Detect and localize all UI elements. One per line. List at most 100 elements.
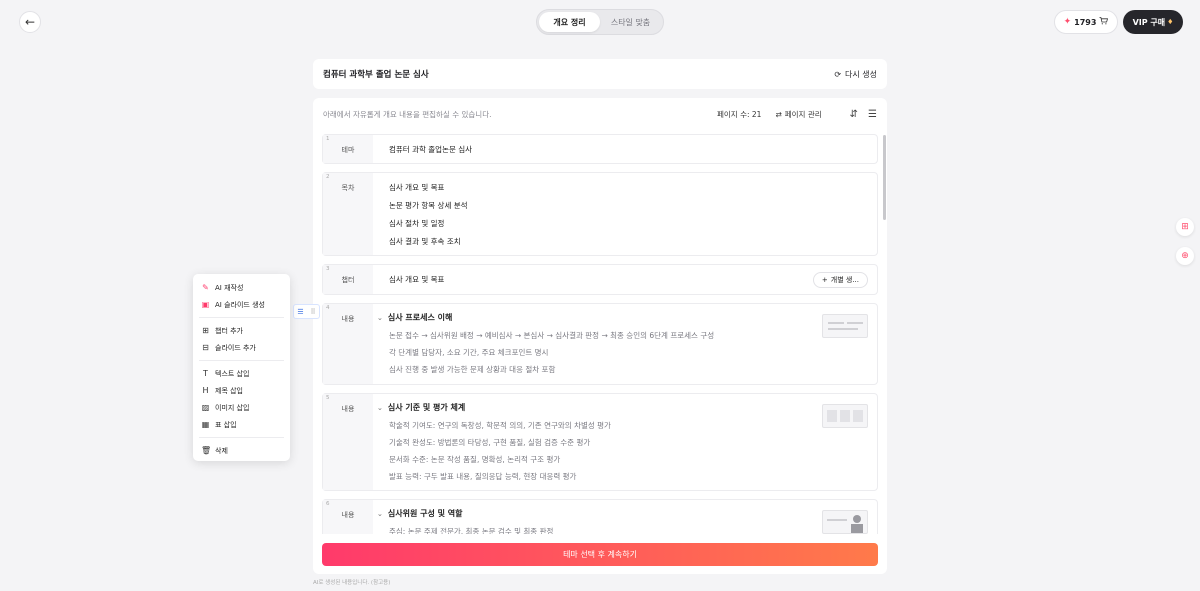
cart-icon xyxy=(1099,17,1109,27)
bullet-text[interactable]: 발표 능력: 구두 발표 내용, 질의응답 능력, 현장 대응력 평가 xyxy=(377,468,807,485)
row-content[interactable]: ⌄ 심사 프로세스 이해 논문 접수 → 심사위원 배정 → 예비심사 → 본심… xyxy=(373,304,877,384)
row-label-cell: 1 테마 xyxy=(323,135,373,163)
row-number: 3 xyxy=(326,266,330,272)
row-type-label: 내용 xyxy=(341,405,355,413)
menu-item-add-chapter[interactable]: ⊞ 챕터 추가 xyxy=(193,322,290,339)
grid-plus-icon[interactable]: ⊞ xyxy=(1176,218,1194,236)
menu-item-label: 텍스트 삽입 xyxy=(215,369,250,378)
translate-icon[interactable]: ⊕ xyxy=(1176,247,1194,265)
outline-row[interactable]: 6 내용 ⌄ 심사위원 구성 및 역할 주심: 논문 주제 전문가, 최종 논문… xyxy=(322,499,878,534)
title-card: 컴퓨터 과학부 졸업 논문 심사 ⟳ 다시 생성 xyxy=(313,59,887,89)
row-menu-icon[interactable]: ☰ xyxy=(297,308,303,316)
chevron-down-icon[interactable]: ⌄ xyxy=(377,401,383,415)
toc-item[interactable]: 논문 평가 항목 상세 분석 xyxy=(389,197,861,215)
generate-single-label: 개별 생... xyxy=(830,276,859,284)
row-type-label: 목차 xyxy=(341,184,355,192)
outline-row[interactable]: 2 목차 심사 개요 및 목표 논문 평가 항목 상세 분석 심사 절차 및 일… xyxy=(322,172,878,256)
ai-disclaimer: AI로 생성된 내용입니다. (참고용) xyxy=(313,580,391,586)
section-title[interactable]: 심사위원 구성 및 역할 xyxy=(388,507,463,521)
magic-pen-icon: ✎ xyxy=(202,283,209,292)
row-content[interactable]: ⌄ 심사 기준 및 평가 체계 학술적 기여도: 연구의 독창성, 학문적 의의… xyxy=(373,394,877,490)
section-heading[interactable]: ⌄ 심사 프로세스 이해 xyxy=(377,311,807,325)
row-type-label: 내용 xyxy=(341,511,355,519)
sparkle-icon: ✦ xyxy=(1063,17,1072,27)
section-title[interactable]: 심사 기준 및 평가 체계 xyxy=(388,401,465,415)
regenerate-button[interactable]: ⟳ 다시 생성 xyxy=(834,69,877,80)
toc-item[interactable]: 심사 결과 및 후속 조치 xyxy=(389,233,861,251)
tab-outline[interactable]: 개요 정리 xyxy=(539,12,600,32)
slide-thumbnail[interactable] xyxy=(822,404,868,428)
bullet-text[interactable]: 각 단계별 담당자, 소요 기간, 주요 체크포인트 명시 xyxy=(377,344,807,361)
page-count: 페이지 수: 21 xyxy=(717,109,762,119)
outline-row[interactable]: 1 테마 컴퓨터 과학 졸업논문 심사 xyxy=(322,134,878,164)
section-heading[interactable]: ⌄ 심사위원 구성 및 역할 xyxy=(377,507,807,521)
row-handle[interactable]: ☰ ⠿ xyxy=(293,304,320,319)
collapse-all-icon[interactable]: ⇵ xyxy=(850,109,858,120)
insert-list-icon[interactable]: ☰ xyxy=(868,109,877,120)
vip-button[interactable]: VIP 구매 ♦ xyxy=(1123,10,1183,34)
toc-item[interactable]: 심사 절차 및 일정 xyxy=(389,215,861,233)
outline-row[interactable]: 3 챕터 심사 개요 및 목표 + 개별 생... xyxy=(322,264,878,295)
outline-editor: 아래에서 자유롭게 개요 내용을 편집하실 수 있습니다. 페이지 수: 21 … xyxy=(313,98,887,574)
page-manage-label: 페이지 관리 xyxy=(784,109,822,119)
chevron-down-icon[interactable]: ⌄ xyxy=(377,311,383,325)
page-manage-button[interactable]: ⇄ 페이지 관리 xyxy=(775,109,821,120)
section-heading[interactable]: ⌄ 심사 기준 및 평가 체계 xyxy=(377,401,807,415)
menu-item-label: AI 재작성 xyxy=(215,283,244,292)
generate-single-button[interactable]: + 개별 생... xyxy=(812,272,868,288)
bullet-text[interactable]: 학술적 기여도: 연구의 독창성, 학문적 의의, 기존 연구와의 차별성 평가 xyxy=(377,417,807,434)
editor-header: 아래에서 자유롭게 개요 내용을 편집하실 수 있습니다. 페이지 수: 21 … xyxy=(313,98,887,130)
chevron-down-icon[interactable]: ⌄ xyxy=(377,507,383,521)
menu-divider xyxy=(199,317,284,318)
menu-item-ai-slide[interactable]: ▣ AI 슬라이드 생성 xyxy=(193,296,290,313)
section-title[interactable]: 심사 프로세스 이해 xyxy=(388,311,452,325)
bullet-text[interactable]: 주심: 논문 주제 전문가, 최종 논문 검수 및 최종 판정 xyxy=(377,523,807,534)
menu-item-insert-table[interactable]: ▦ 표 삽입 xyxy=(193,416,290,433)
row-content[interactable]: 심사 개요 및 목표 + 개별 생... xyxy=(373,265,877,294)
back-button[interactable]: ← xyxy=(19,11,41,33)
row-content[interactable]: ⌄ 심사위원 구성 및 역할 주심: 논문 주제 전문가, 최종 논문 검수 및… xyxy=(373,500,877,534)
bullet-text[interactable]: 논문 접수 → 심사위원 배정 → 예비심사 → 본심사 → 심사결과 판정 →… xyxy=(377,327,807,344)
add-slide-icon: ⊟ xyxy=(202,343,209,352)
credit-button[interactable]: ✦ 1793 xyxy=(1054,10,1118,34)
menu-item-label: 표 삽입 xyxy=(215,420,237,429)
scrollbar[interactable] xyxy=(883,135,886,220)
theme-text[interactable]: 컴퓨터 과학 졸업논문 심사 xyxy=(389,144,861,156)
bullet-text[interactable]: 심사 진행 중 발생 가능한 문제 상황과 대응 절차 포함 xyxy=(377,361,807,378)
slide-thumbnail[interactable] xyxy=(822,314,868,338)
menu-item-insert-image[interactable]: ▨ 이미지 삽입 xyxy=(193,399,290,416)
editor-hint: 아래에서 자유롭게 개요 내용을 편집하실 수 있습니다. xyxy=(323,109,492,119)
outline-row[interactable]: 4 내용 ⌄ 심사 프로세스 이해 논문 접수 → 심사위원 배정 → 예비심사… xyxy=(322,303,878,385)
tab-style[interactable]: 스타일 맞춤 xyxy=(600,12,661,32)
menu-item-delete[interactable]: 🗑 삭제 xyxy=(193,442,290,459)
menu-item-label: 제목 삽입 xyxy=(215,386,243,395)
row-type-label: 내용 xyxy=(341,315,355,323)
menu-item-ai-rewrite[interactable]: ✎ AI 재작성 xyxy=(193,279,290,296)
regenerate-label: 다시 생성 xyxy=(845,69,877,79)
row-content[interactable]: 컴퓨터 과학 졸업논문 심사 xyxy=(373,135,877,163)
outline-row[interactable]: 5 내용 ⌄ 심사 기준 및 평가 체계 학술적 기여도: 연구의 독창성, 학… xyxy=(322,393,878,491)
menu-item-insert-heading[interactable]: H 제목 삽입 xyxy=(193,382,290,399)
row-content[interactable]: 심사 개요 및 목표 논문 평가 항목 상세 분석 심사 절차 및 일정 심사 … xyxy=(373,173,877,255)
bullet-text[interactable]: 기술적 완성도: 방법론의 타당성, 구현 품질, 실험 검증 수준 평가 xyxy=(377,434,807,451)
row-label-cell: 2 목차 xyxy=(323,173,373,255)
menu-item-label: AI 슬라이드 생성 xyxy=(215,300,265,309)
slide-thumbnail[interactable] xyxy=(822,510,868,534)
image-icon: ▨ xyxy=(201,403,210,412)
plus-icon: + xyxy=(821,276,828,284)
page-title[interactable]: 컴퓨터 과학부 졸업 논문 심사 xyxy=(323,68,429,80)
row-number: 6 xyxy=(326,501,330,507)
slide-ai-icon: ▣ xyxy=(201,300,210,309)
menu-item-insert-text[interactable]: T 텍스트 삽입 xyxy=(193,365,290,382)
sliders-icon: ⇄ xyxy=(775,109,782,119)
bullet-text[interactable]: 문서화 수준: 논문 작성 품질, 명확성, 논리적 구조 평가 xyxy=(377,451,807,468)
chapter-text[interactable]: 심사 개요 및 목표 xyxy=(389,274,861,286)
menu-item-add-slide[interactable]: ⊟ 슬라이드 추가 xyxy=(193,339,290,356)
arrow-left-icon: ← xyxy=(24,15,36,29)
toc-item[interactable]: 심사 개요 및 목표 xyxy=(389,179,861,197)
credit-count: 1793 xyxy=(1074,17,1097,27)
table-icon: ▦ xyxy=(201,420,210,429)
continue-button[interactable]: 테마 선택 후 계속하기 xyxy=(322,543,878,566)
heading-icon: H xyxy=(202,386,209,395)
drag-handle-icon[interactable]: ⠿ xyxy=(310,308,315,316)
